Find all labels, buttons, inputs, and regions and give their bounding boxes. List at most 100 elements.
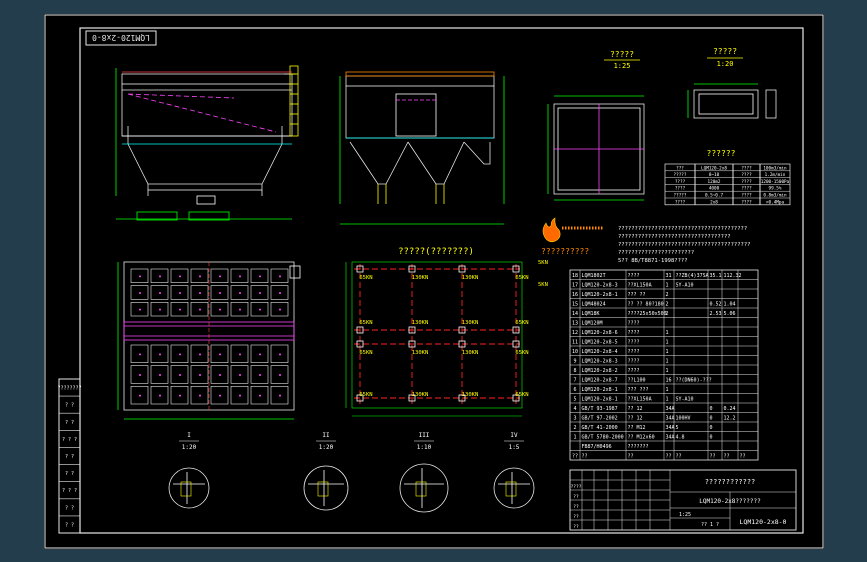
bom-cell: LQM120-2x8-6 (582, 330, 618, 336)
left-stamp-cell: ? ? (65, 454, 74, 460)
inner-border (79, 27, 804, 534)
left-stamp-cell: ? ? (65, 471, 74, 477)
bom-cell: SY-A10 (676, 396, 694, 402)
section-markers: I 1:20 II 1:20 III 1:10 IV 1:5 (168, 432, 535, 513)
bom-cell: LQM120-2x8-1 (582, 396, 618, 402)
bom-cell: LQM120-2x8-7 (582, 377, 618, 383)
note-line: ???????????????????????????????????????? (618, 242, 750, 248)
bom-cell: LQM120-2x8-5 (582, 339, 618, 345)
load-label: 65KN (515, 350, 528, 356)
flame-label: ?????????? (541, 247, 589, 256)
bom-cell: ?? (666, 453, 672, 459)
left-stamp-cell: ? ? (65, 403, 74, 409)
title-row: ?? (573, 514, 579, 520)
bom-cell: 0 (710, 406, 713, 412)
detail-top-scale: 1:20 (717, 60, 734, 68)
title-row: ?? (573, 524, 579, 530)
title-row: ?? (573, 494, 579, 500)
spec-cell: ???? (741, 193, 752, 199)
bom-cell: ???? (628, 320, 640, 326)
load-label: 130KN (412, 350, 429, 356)
front-view-title: ????? (610, 50, 634, 59)
bom-cell: 2.53 (710, 311, 722, 317)
load-label: 65KN (359, 275, 372, 281)
note-line: ?????????????????????????????????? (618, 234, 731, 240)
bom-cell: 16 (666, 377, 672, 383)
bom-cell: 1 (666, 330, 669, 336)
spec-cell: ???? (675, 186, 686, 192)
section-marker-scale: 1:20 (319, 444, 334, 451)
spec-cell: LQM120-2x8 (701, 165, 727, 171)
load-label: 65KN (359, 392, 372, 398)
spec-cell: ???? (741, 165, 752, 171)
bom-cell: ??? ?? (628, 292, 646, 298)
detail-top-title: ????? (713, 47, 737, 56)
bom-cell: ?? (676, 453, 682, 459)
section-marker-scale: 1:20 (182, 444, 197, 451)
bom-cell: 11 (572, 339, 578, 345)
bom-cell: 16 (572, 292, 578, 298)
bom-cell: ?? M12 (628, 425, 646, 431)
load-label: 130KN (462, 392, 479, 398)
spec-cell: ???? (675, 179, 686, 185)
bom-cell: 34A (666, 406, 675, 412)
bom-cell: 14 (572, 311, 578, 317)
bom-cell: ??XL150A (628, 282, 652, 288)
bom-cell: 1.04 (724, 301, 736, 307)
load-label: 130KN (462, 275, 479, 281)
bom-cell: ?? (710, 453, 716, 459)
bom-cell: LQM120-2x8-3 (582, 282, 618, 288)
bom-cell: ?? ?? 80?180 (628, 301, 664, 307)
bom-cell: LQM120-2x8-1 (582, 387, 618, 393)
front-elevation-view (115, 65, 299, 221)
spec-cell: 1200-1500Pa (761, 179, 790, 185)
bom-cell: ??????? (628, 444, 649, 450)
spec-cell: ????? (674, 193, 687, 199)
spec-table: ?????? ??? LQM120-2x8???? 100m3/min????? 8~… (664, 149, 791, 205)
bom-cell: 17 (572, 282, 578, 288)
bom-cell: 1 (666, 396, 669, 402)
bom-cell: ?? 12 (628, 406, 643, 412)
title-row: ?? (573, 504, 579, 510)
note-line: ??????????????????????? (618, 250, 694, 256)
bom-cell: 1 (666, 368, 669, 374)
spec-cell: 99.5% (769, 186, 782, 192)
bom-cell: SY-A10 (676, 282, 694, 288)
flame-logo: ?????????? (541, 217, 604, 256)
title-company: ???????????? (705, 478, 756, 486)
bom-cell: 2 (666, 292, 669, 298)
drawing-sheet: LQM120-2x8-0 ????????? ?? ?? ? ?? ?? ?? … (44, 14, 824, 549)
bom-cell: 5 (573, 396, 576, 402)
bom-cell: 1 (666, 358, 669, 364)
bom-cell: 1 (666, 349, 669, 355)
bom-cell: ???? (628, 330, 640, 336)
spec-cell: 0.5~0.7 (705, 193, 724, 199)
bom-cell: 6 (573, 387, 576, 393)
bom-cell: ?? (582, 453, 588, 459)
load-label: 130KN (412, 392, 429, 398)
bom-cell: 31 (666, 273, 672, 279)
bom-cell: ???? (628, 368, 640, 374)
section-detail-circle (399, 463, 449, 513)
bill-of-materials: 18 LQM1802T???? 31 ??ZB(4)37SA 35.1 112.3217 L… (569, 269, 759, 461)
bom-cell: 100HV (676, 415, 691, 421)
side-elevation-view (339, 71, 505, 225)
spec-cell: 100m3/min (763, 165, 787, 171)
load-label: 130KN (412, 275, 429, 281)
bom-cell: 9 (573, 358, 576, 364)
hopper-section-detail: ????? 1:25 (547, 50, 645, 201)
front-view-scale: 1:25 (614, 62, 631, 70)
bom-cell: FB87/H0496 (582, 444, 612, 450)
section-marker-scale: 1:10 (417, 444, 432, 451)
bom-cell: LQM120M (582, 320, 603, 326)
section-marker-letter: II (322, 432, 330, 439)
title-drawing-no: LQM120-2x8-0 (740, 518, 787, 526)
bom-cell: 12.2 (724, 415, 736, 421)
spec-cell: 0.8m3/min (763, 193, 787, 199)
section-detail-circle (168, 467, 210, 509)
bom-cell: 15 (572, 301, 578, 307)
bom-cell: 34A (666, 425, 675, 431)
bom-cell: 2 (666, 311, 669, 317)
load-label: 65KN (515, 275, 528, 281)
left-stamp-cell: ? ? (65, 522, 74, 528)
